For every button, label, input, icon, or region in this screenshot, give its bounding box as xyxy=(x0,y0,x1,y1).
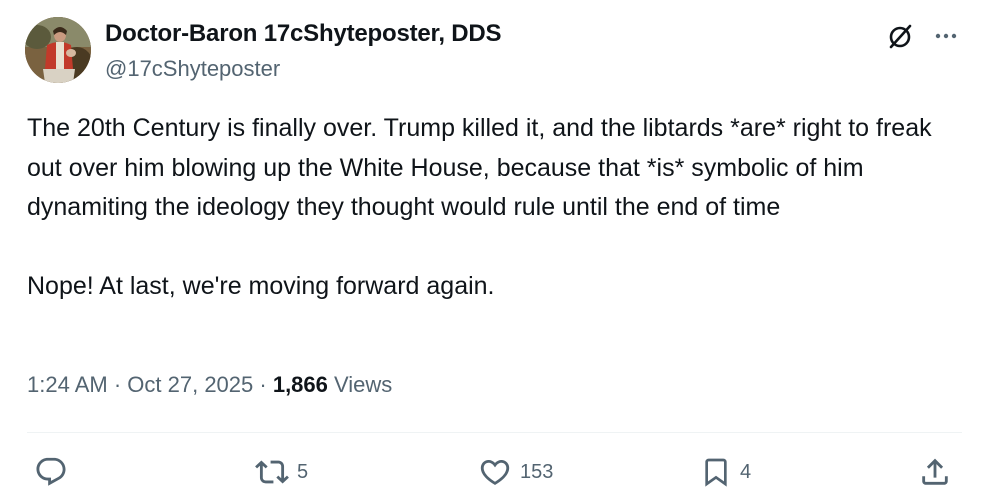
bookmark-count: 4 xyxy=(740,460,752,483)
share-button[interactable] xyxy=(918,454,952,490)
reply-icon xyxy=(36,457,66,486)
reply-button[interactable] xyxy=(34,454,68,490)
tweet-card: Doctor-Baron 17cShyteposter, DDS @17cShy… xyxy=(0,0,981,502)
meta-separator: · xyxy=(107,372,128,397)
like-button[interactable]: 153 xyxy=(478,454,553,490)
retweet-count: 5 xyxy=(297,460,309,483)
views-label: Views xyxy=(334,372,393,397)
tweet-paragraph: The 20th Century is finally over. Trump … xyxy=(27,114,932,221)
tweet-date[interactable]: Oct 27, 2025 xyxy=(127,372,253,397)
retweet-button[interactable]: 5 xyxy=(255,454,308,490)
tweet-time[interactable]: 1:24 AM xyxy=(27,372,108,397)
tweet-metadata: 1:24 AM · Oct 27, 2025 · 1,866 Views xyxy=(27,372,392,398)
author-handle[interactable]: @17cShyteposter xyxy=(105,56,280,82)
share-icon xyxy=(922,458,948,485)
like-count: 153 xyxy=(520,460,554,483)
divider xyxy=(27,432,962,433)
avatar[interactable] xyxy=(25,17,91,83)
tweet-paragraph: Nope! At last, we're moving forward agai… xyxy=(27,272,495,300)
bookmark-icon xyxy=(705,458,727,487)
author-display-name[interactable]: Doctor-Baron 17cShyteposter, DDS xyxy=(105,20,502,48)
views-count: 1,866 xyxy=(272,372,328,397)
retweet-icon xyxy=(255,460,289,484)
like-icon xyxy=(480,459,510,485)
grok-icon[interactable] xyxy=(884,20,916,52)
avatar-portrait-image xyxy=(25,17,91,83)
tweet-text: The 20th Century is finally over. Trump … xyxy=(27,109,962,307)
more-options-icon[interactable] xyxy=(929,20,963,52)
meta-separator: · xyxy=(253,372,273,397)
bookmark-button[interactable]: 4 xyxy=(700,454,751,490)
